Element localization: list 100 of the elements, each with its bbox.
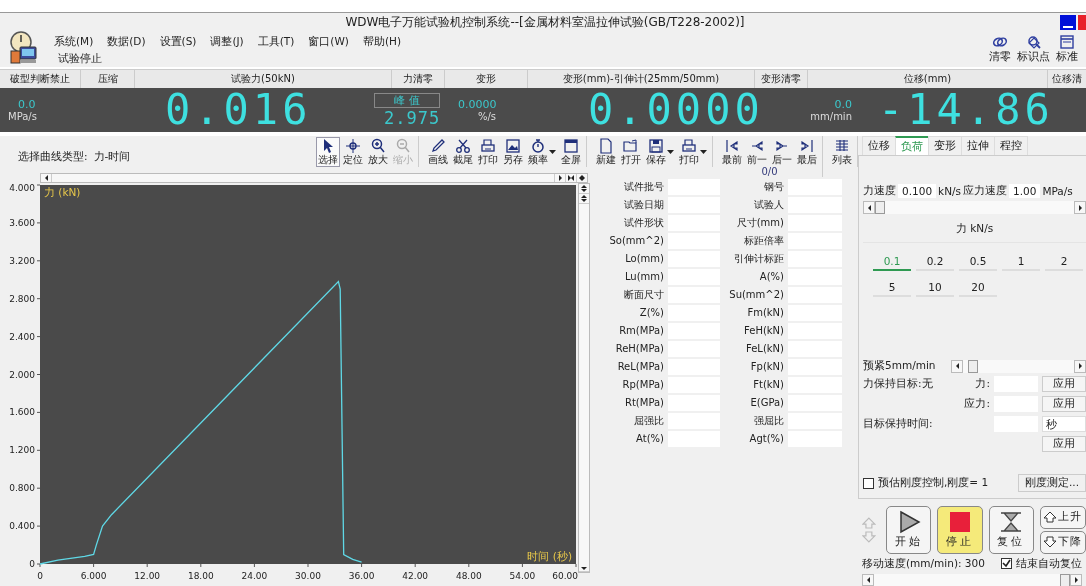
- displacement-readout: -14.86: [878, 88, 1055, 132]
- curve-type-label: 选择曲线类型:: [18, 150, 88, 164]
- field-label: 应力速度: [963, 184, 1007, 199]
- up-down-arrows-icon: [862, 516, 876, 543]
- checkbox[interactable]: [1001, 558, 1012, 570]
- toolbar-button[interactable]: 截尾: [451, 137, 475, 167]
- apply-button[interactable]: 应用: [1042, 436, 1086, 453]
- apply-button[interactable]: 应用: [1042, 396, 1086, 413]
- rings-icon: [992, 35, 1008, 49]
- stop-button[interactable]: 停止: [937, 505, 983, 554]
- menu-item[interactable]: 调整(J): [210, 35, 244, 49]
- crosshair-icon: [345, 138, 361, 154]
- field-label: Su(mm^2): [728, 288, 784, 302]
- toolbar-button[interactable]: 打印: [476, 137, 500, 167]
- unit-label: MPa/s: [1042, 185, 1073, 198]
- toolbar-button[interactable]: 前一: [745, 137, 769, 167]
- down-button[interactable]: 下降: [1040, 530, 1086, 554]
- menu-item[interactable]: 数据(D): [107, 35, 146, 49]
- left-arrow-button[interactable]: [863, 201, 875, 215]
- field-label: Rm(MPa): [618, 324, 664, 338]
- printer-icon: [480, 138, 496, 154]
- input-field[interactable]: 1.00: [1009, 184, 1041, 199]
- peak-label: 峰 值: [374, 92, 440, 108]
- slider-thumb[interactable]: [875, 201, 885, 215]
- scrollbar[interactable]: [578, 183, 590, 573]
- field-label: Fp(kN): [749, 360, 784, 374]
- toolbar-button[interactable]: 保存: [644, 137, 676, 167]
- preset-button[interactable]: 2: [1045, 253, 1083, 272]
- toolbar-button[interactable]: 标识点: [1017, 35, 1050, 64]
- right-arrow-button[interactable]: [1070, 573, 1082, 586]
- minimize-button[interactable]: [1060, 14, 1076, 30]
- toolbar-button[interactable]: 定位: [341, 137, 365, 167]
- toolbar-button[interactable]: 标准: [1056, 35, 1078, 64]
- axis-tick-label: 4.000: [9, 183, 35, 193]
- field-label: At(%): [635, 432, 664, 446]
- slider-thumb[interactable]: [968, 359, 979, 373]
- toolbar-button[interactable]: 选择: [316, 137, 340, 167]
- input-field[interactable]: 0.100: [898, 184, 937, 199]
- unit-label: MPa/s: [7, 111, 38, 122]
- menu-item[interactable]: 窗口(W): [308, 35, 349, 49]
- left-arrow-button[interactable]: [951, 359, 963, 373]
- unit-field[interactable]: 秒: [1042, 416, 1086, 433]
- start-button[interactable]: 开始: [885, 505, 932, 554]
- menu-item[interactable]: 工具(T): [257, 35, 295, 49]
- toolbar-button[interactable]: 放大: [366, 137, 390, 167]
- toolbar-button[interactable]: 全屏: [559, 137, 583, 167]
- preset-button[interactable]: 20: [959, 279, 997, 298]
- preset-button[interactable]: 5: [873, 279, 911, 298]
- left-arrow-button[interactable]: [862, 573, 874, 586]
- menu-item[interactable]: 帮助(H): [362, 35, 401, 49]
- axis-tick-label: 1.200: [9, 445, 35, 456]
- menu-item[interactable]: 系统(M): [54, 35, 94, 49]
- slider-thumb[interactable]: [1060, 573, 1070, 586]
- apply-button[interactable]: 应用: [1042, 376, 1086, 393]
- toolbar-button[interactable]: 画线: [426, 137, 450, 167]
- up-button[interactable]: 上升: [1040, 505, 1086, 529]
- axis-tick-label: 30.00: [295, 571, 321, 581]
- toolbar-button[interactable]: 清零: [989, 35, 1011, 64]
- field-label: 力速度: [863, 184, 896, 199]
- magnifier-icon: [1025, 35, 1042, 49]
- menu-item[interactable]: 设置(S): [159, 35, 197, 49]
- field-label: 断面尺寸: [623, 288, 664, 302]
- toolbar-button[interactable]: 后一: [770, 137, 794, 167]
- field-label: 试件批号: [623, 180, 664, 194]
- field-label: 目标保持时间:: [863, 417, 933, 432]
- stopwatch-icon: [530, 138, 546, 154]
- close-button[interactable]: [1078, 14, 1086, 30]
- axis-tick-label: 0: [37, 571, 43, 581]
- readout-value: 0.0000: [458, 98, 497, 111]
- axis-tick-label: 12.00: [134, 571, 161, 581]
- field-label: A(%): [758, 270, 784, 284]
- right-arrow-button[interactable]: [1074, 359, 1086, 373]
- tab[interactable]: 程控: [994, 136, 1028, 156]
- column-header[interactable]: 位移清: [1048, 70, 1086, 88]
- curve-type-value[interactable]: 力-时间: [93, 150, 131, 164]
- preset-button[interactable]: 10: [916, 279, 954, 298]
- toolbar-button[interactable]: 新建: [594, 137, 618, 167]
- y-axis-label: 力 (kN): [44, 186, 81, 198]
- toolbar-button[interactable]: 最前: [720, 137, 744, 167]
- toolbar-button[interactable]: 列表: [830, 137, 854, 167]
- reset-button[interactable]: 复位: [988, 505, 1034, 554]
- toolbar-button[interactable]: 频率: [526, 137, 558, 167]
- toolbar-button[interactable]: 最后: [795, 137, 819, 167]
- speed-label: 移动速度(mm/min): 300: [862, 556, 985, 571]
- stiffness-button[interactable]: 刚度测定...: [1018, 474, 1086, 493]
- axis-tick-label: 1.600: [9, 407, 35, 418]
- preset-button[interactable]: 1: [1002, 253, 1040, 272]
- tab[interactable]: 负荷: [895, 136, 929, 156]
- status-text: 试验停止: [57, 51, 103, 66]
- checkbox[interactable]: [863, 477, 874, 489]
- window-icon: [563, 138, 579, 154]
- toolbar-button[interactable]: 打印: [677, 137, 709, 167]
- toolbar-button[interactable]: 另存: [501, 137, 525, 167]
- preset-button[interactable]: 0.5: [959, 253, 997, 272]
- preset-button[interactable]: 0.2: [916, 253, 954, 272]
- right-arrow-button[interactable]: [1074, 201, 1086, 215]
- toolbar-button[interactable]: 打开: [619, 137, 643, 167]
- scrollbar[interactable]: [40, 173, 588, 183]
- scissors-icon: [455, 138, 471, 154]
- axis-tick-label: 3.200: [9, 255, 35, 266]
